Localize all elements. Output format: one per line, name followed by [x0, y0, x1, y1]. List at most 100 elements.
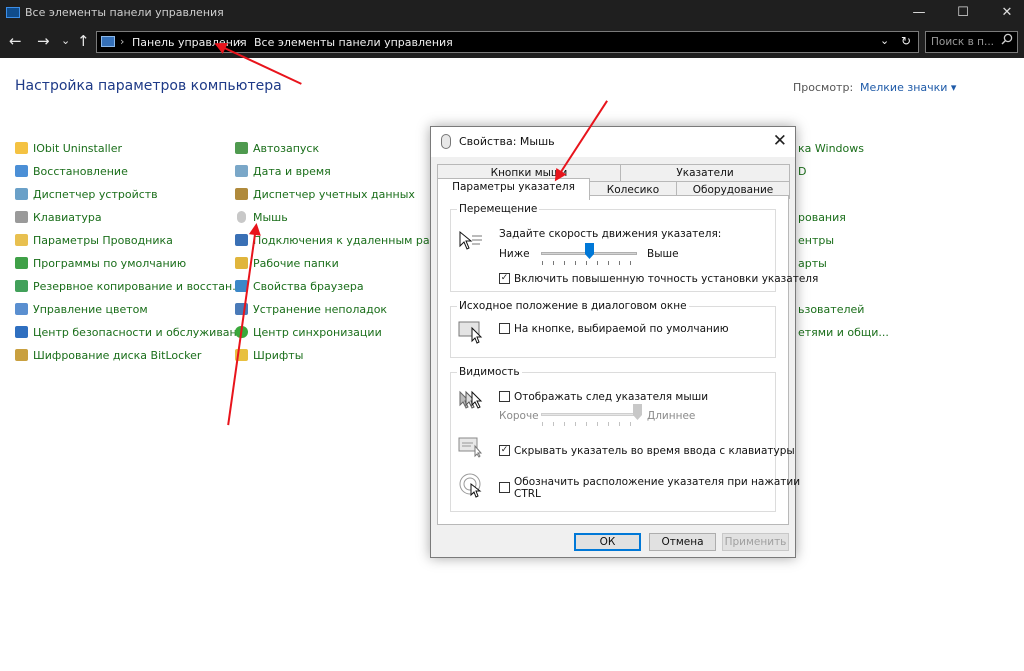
mouse-icon	[441, 134, 451, 149]
dialog-titlebar: Свойства: Мышь ✕	[431, 127, 795, 157]
recovery-icon	[15, 165, 28, 177]
snap-to-icon	[458, 320, 484, 344]
minimize-button[interactable]: —	[904, 2, 934, 24]
search-placeholder: Поиск в п...	[931, 36, 994, 48]
control-panel-icon	[6, 7, 20, 18]
breadcrumb-control-panel[interactable]: Панель управления	[132, 36, 247, 49]
dialog-close-button[interactable]: ✕	[773, 131, 787, 151]
hide-pointer-label: Скрывать указатель во время ввода с клав…	[514, 445, 795, 457]
cp-item-security-center[interactable]: Центр безопасности и обслуживан...	[15, 326, 247, 339]
pointer-speed-prompt: Задайте скорость движения указателя:	[499, 228, 722, 240]
breadcrumb-separator: ›	[120, 35, 125, 48]
mouse-icon	[237, 211, 246, 223]
cp-item-remote-connections[interactable]: Подключения к удаленным рабоч...	[235, 234, 460, 247]
view-label: Просмотр:	[793, 81, 854, 94]
folder-options-icon	[15, 234, 28, 246]
window-titlebar: Все элементы панели управления — ☐ ✕	[0, 0, 1024, 26]
cp-item-explorer-options[interactable]: Параметры Проводника	[15, 234, 173, 247]
cp-item-backup[interactable]: Резервное копирование и восстан...	[15, 280, 243, 293]
trails-length-slider[interactable]	[632, 404, 642, 420]
cp-item-partial[interactable]: D	[798, 165, 806, 178]
color-management-icon	[15, 303, 28, 315]
pointer-speed-ticks	[542, 261, 637, 265]
cp-item-date-time[interactable]: Дата и время	[235, 165, 331, 178]
back-button[interactable]: ←	[9, 32, 22, 50]
keyboard-icon	[15, 211, 28, 223]
locate-pointer-label-ctrl: CTRL	[514, 488, 541, 500]
cp-item-credential-manager[interactable]: Диспетчер учетных данных	[235, 188, 415, 201]
breadcrumb-separator: ›	[238, 35, 243, 48]
cp-item-partial[interactable]: рования	[798, 211, 846, 224]
default-programs-icon	[15, 257, 28, 269]
search-input[interactable]: Поиск в п...	[925, 31, 1018, 53]
trails-length-track	[541, 413, 637, 416]
trails-long-label: Длиннее	[647, 410, 696, 422]
snap-to-checkbox[interactable]	[499, 323, 510, 334]
cancel-button[interactable]: Отмена	[649, 533, 716, 551]
visibility-group-label: Видимость	[457, 366, 522, 378]
flag-icon	[15, 326, 28, 338]
cp-item-autoplay[interactable]: Автозапуск	[235, 142, 319, 155]
cp-item-windows-partial[interactable]: ка Windows	[798, 142, 864, 155]
snap-to-label: На кнопке, выбираемой по умолчанию	[514, 323, 729, 335]
locate-pointer-label: Обозначить расположение указателя при на…	[514, 476, 801, 488]
cp-item-iobit[interactable]: IObit Uninstaller	[15, 142, 122, 155]
navigation-bar: ← → ⌄ ↑ › Панель управления › Все элемен…	[0, 26, 1024, 58]
precision-label: Включить повышенную точность установки у…	[514, 273, 819, 285]
cp-item-keyboard[interactable]: Клавиатура	[15, 211, 102, 224]
clock-icon	[235, 165, 248, 177]
cp-item-network-partial[interactable]: етями и общи...	[798, 326, 889, 339]
motion-group-label: Перемещение	[457, 203, 540, 215]
backup-icon	[15, 280, 28, 292]
cp-item-default-programs[interactable]: Программы по умолчанию	[15, 257, 186, 270]
cp-item-partial[interactable]: арты	[798, 257, 827, 270]
cp-item-troubleshooting[interactable]: Устранение неполадок	[235, 303, 387, 316]
close-window-button[interactable]: ✕	[992, 2, 1022, 24]
cp-item-fonts[interactable]: Шрифты	[235, 349, 303, 362]
cp-item-mouse[interactable]: Мышь	[235, 211, 288, 224]
forward-button[interactable]: →	[37, 32, 50, 50]
tab-pointer-options[interactable]: Параметры указателя	[437, 178, 590, 200]
cp-item-user-accounts-partial[interactable]: ьзователей	[798, 303, 864, 316]
pointer-speed-icon	[458, 230, 484, 252]
refresh-icon[interactable]: ↻	[901, 34, 911, 48]
locate-pointer-icon	[458, 472, 484, 498]
apply-button[interactable]: Применить	[722, 533, 789, 551]
breadcrumb-all-items[interactable]: Все элементы панели управления	[254, 36, 453, 49]
address-dropdown-icon[interactable]: ⌄	[880, 34, 889, 47]
tab-panel-pointer-options: Перемещение Задайте скорость движения ук…	[437, 195, 818, 525]
autoplay-icon	[235, 142, 248, 154]
cp-item-sync-center[interactable]: Центр синхронизации	[235, 326, 382, 339]
tab-pointers[interactable]: Указатели	[620, 164, 790, 182]
search-icon	[1001, 33, 1013, 48]
pointer-speed-slider[interactable]	[584, 243, 594, 259]
cp-item-color-management[interactable]: Управление цветом	[15, 303, 148, 316]
cp-item-device-manager[interactable]: Диспетчер устройств	[15, 188, 158, 201]
cp-item-internet-options[interactable]: Свойства браузера	[235, 280, 364, 293]
dialog-title: Свойства: Мышь	[459, 135, 555, 148]
ok-button[interactable]: ОК	[574, 533, 641, 551]
pointer-trails-checkbox[interactable]	[499, 391, 510, 402]
recent-locations-button[interactable]: ⌄	[61, 32, 70, 50]
hide-pointer-icon	[458, 436, 484, 458]
iobit-icon	[15, 142, 28, 154]
cp-item-recovery[interactable]: Восстановление	[15, 165, 128, 178]
locate-pointer-checkbox[interactable]	[499, 482, 510, 493]
pointer-trails-icon	[458, 389, 484, 411]
control-panel-icon	[101, 36, 115, 47]
maximize-button[interactable]: ☐	[948, 2, 978, 24]
device-manager-icon	[15, 188, 28, 200]
cp-item-partial[interactable]: ентры	[798, 234, 834, 247]
page-title: Настройка параметров компьютера	[15, 78, 282, 94]
remote-desktop-icon	[235, 234, 248, 246]
trails-short-label: Короче	[499, 410, 539, 422]
view-mode-dropdown[interactable]: Мелкие значки ▾	[860, 81, 956, 94]
hide-pointer-checkbox[interactable]: ✓	[499, 445, 510, 456]
up-button[interactable]: ↑	[77, 32, 90, 50]
mouse-properties-dialog: Свойства: Мышь ✕ Кнопки мыши Указатели К…	[430, 126, 818, 558]
cp-item-bitlocker[interactable]: Шифрование диска BitLocker	[15, 349, 201, 362]
trails-length-ticks	[542, 422, 637, 426]
window-title: Все элементы панели управления	[25, 6, 224, 19]
speed-low-label: Ниже	[499, 248, 530, 260]
precision-checkbox[interactable]: ✓	[499, 273, 510, 284]
